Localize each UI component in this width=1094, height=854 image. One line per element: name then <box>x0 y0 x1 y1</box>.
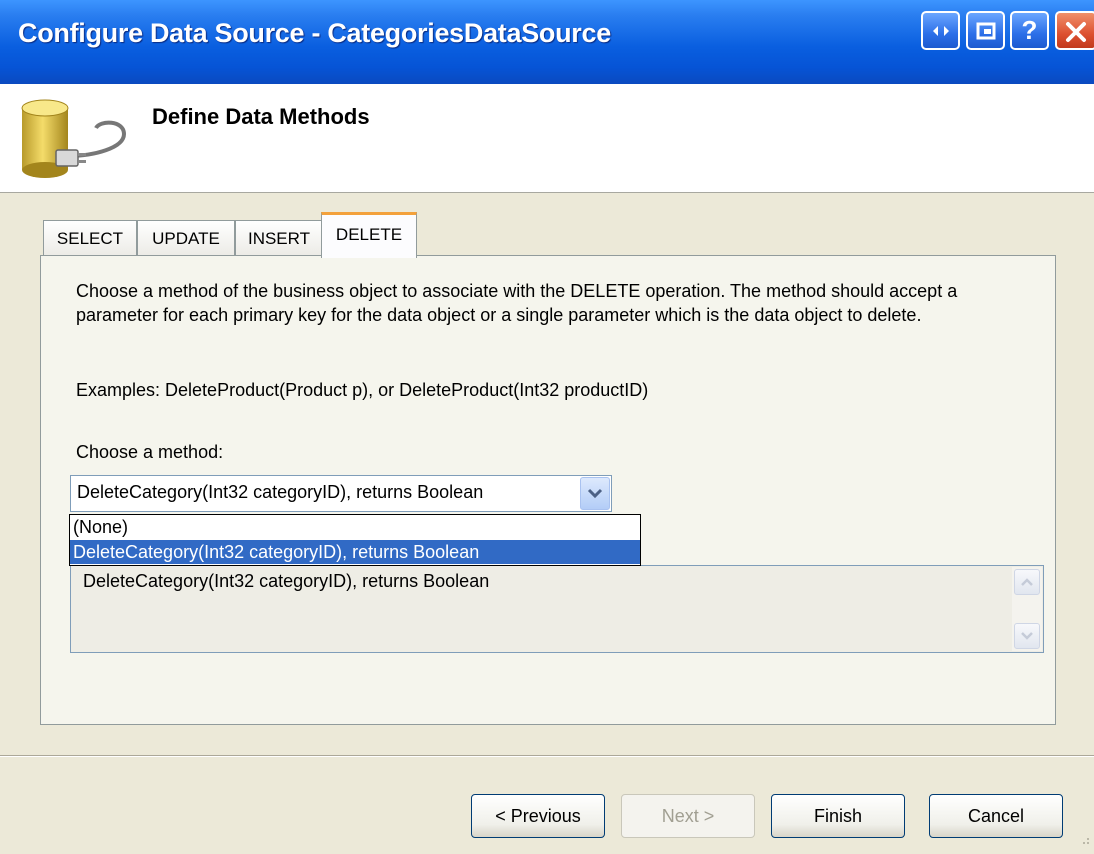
dropdown-option-none[interactable]: (None) <box>70 515 640 539</box>
maximize-icon[interactable] <box>966 11 1005 50</box>
database-plug-icon <box>16 98 136 185</box>
method-dropdown-list: (None) DeleteCategory(Int32 categoryID),… <box>69 514 641 566</box>
method-signature-box: DeleteCategory(Int32 categoryID), return… <box>70 565 1044 653</box>
method-description: Choose a method of the business object t… <box>76 281 958 325</box>
wizard-header: Define Data Methods <box>0 84 1094 193</box>
close-icon[interactable] <box>1055 11 1094 50</box>
window-title: Configure Data Source - CategoriesDataSo… <box>18 18 611 48</box>
page-title: Define Data Methods <box>152 104 370 129</box>
tab-insert[interactable]: INSERT <box>235 220 323 256</box>
resize-grip-icon[interactable] <box>1078 832 1090 850</box>
scroll-down-icon[interactable] <box>1014 623 1040 649</box>
tab-select[interactable]: SELECT <box>43 220 137 256</box>
dropdown-option-deletecategory[interactable]: DeleteCategory(Int32 categoryID), return… <box>70 540 640 564</box>
dialog-window: Configure Data Source - CategoriesDataSo… <box>0 0 1094 854</box>
next-button[interactable]: Next > <box>621 794 755 838</box>
method-combobox[interactable]: DeleteCategory(Int32 categoryID), return… <box>70 475 612 512</box>
tab-delete[interactable]: DELETE <box>321 212 417 258</box>
restore-icon[interactable] <box>921 11 960 50</box>
previous-button[interactable]: < Previous <box>471 794 605 838</box>
scroll-up-icon[interactable] <box>1014 569 1040 595</box>
cancel-button[interactable]: Cancel <box>929 794 1063 838</box>
chevron-down-icon[interactable] <box>580 477 610 510</box>
choose-method-label: Choose a method: <box>76 442 224 462</box>
title-bar[interactable]: Configure Data Source - CategoriesDataSo… <box>0 0 1094 84</box>
help-icon[interactable]: ? <box>1010 11 1049 50</box>
combobox-value: DeleteCategory(Int32 categoryID), return… <box>77 482 484 502</box>
examples-text: Examples: DeleteProduct(Product p), or D… <box>76 380 649 400</box>
method-signature-text: DeleteCategory(Int32 categoryID), return… <box>83 571 490 591</box>
tab-update[interactable]: UPDATE <box>137 220 235 256</box>
vertical-scrollbar[interactable] <box>1012 567 1042 651</box>
finish-button[interactable]: Finish <box>771 794 905 838</box>
footer-separator <box>0 755 1094 757</box>
